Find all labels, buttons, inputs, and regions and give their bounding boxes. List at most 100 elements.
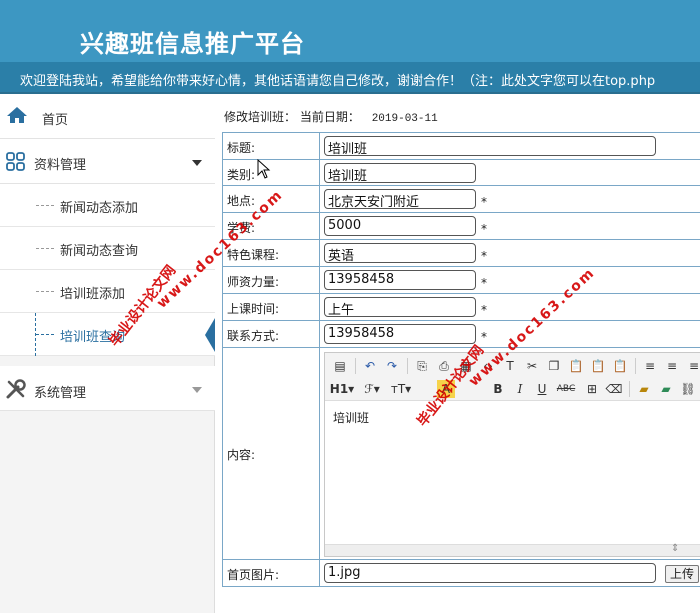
toolbar-separator: [355, 358, 356, 374]
underline-icon[interactable]: U: [533, 380, 551, 398]
nav-home[interactable]: 首页: [0, 94, 215, 139]
contact-input[interactable]: 13958458: [324, 324, 476, 344]
tree-dash: [36, 291, 54, 292]
editor-content[interactable]: 培训班: [333, 409, 369, 426]
nav-group-data-management[interactable]: 资料管理: [0, 139, 215, 184]
bold-icon[interactable]: B: [489, 380, 507, 398]
main-content: 修改培训班： 当前日期： 2019-03-11 标题: 培训班 类别: 培训班 …: [216, 94, 700, 613]
strikethrough-icon[interactable]: ABC: [555, 380, 577, 398]
image-input[interactable]: 1.jpg: [324, 563, 656, 583]
course-input[interactable]: 英语: [324, 243, 476, 263]
chevron-down-icon: [192, 160, 202, 166]
category-input[interactable]: 培训班: [324, 163, 476, 183]
submenu-item-label: 培训班添加: [60, 287, 126, 302]
submenu-item-label: 培训班查询: [60, 330, 126, 345]
toolbar-separator: [629, 381, 630, 397]
resize-handle-icon: ⇕: [671, 543, 680, 554]
image-icon[interactable]: ▰: [635, 380, 653, 398]
submenu-item-label: 新闻动态查询: [60, 244, 139, 259]
required-mark: *: [481, 249, 487, 263]
active-arrow-icon: [205, 318, 215, 352]
grid-icon: [6, 152, 26, 175]
align-right-icon[interactable]: ≡: [685, 357, 700, 375]
wrench-icon: [5, 378, 27, 403]
table-icon[interactable]: ⊞: [583, 380, 601, 398]
form-row-contact: 联系方式: 13958458 *: [223, 321, 700, 348]
field-label: 上课时间:: [227, 302, 280, 316]
required-mark: *: [481, 330, 487, 344]
form-row-image: 首页图片: 1.jpg 上传: [223, 560, 700, 586]
field-label: 地点:: [227, 194, 256, 208]
cut-icon[interactable]: ✂: [523, 357, 541, 375]
required-mark: *: [481, 276, 487, 290]
form-row-time: 上课时间: 上午 *: [223, 294, 700, 321]
nav-home-label: 首页: [42, 113, 69, 128]
form-row-title: 标题: 培训班: [223, 133, 700, 160]
nav-group-system-management-label: 系统管理: [34, 386, 87, 401]
align-center-icon[interactable]: ≡: [663, 357, 681, 375]
form-row-teachers: 师资力量: 13958458 *: [223, 267, 700, 294]
upload-button[interactable]: 上传: [665, 565, 700, 583]
font-family-icon[interactable]: ℱ▾: [361, 380, 383, 398]
field-label: 首页图片:: [227, 568, 280, 582]
copy-icon[interactable]: ❐: [545, 357, 563, 375]
source-icon[interactable]: ▤: [331, 357, 349, 375]
field-label: 标题:: [227, 141, 256, 155]
paste-text-icon[interactable]: 📋: [589, 357, 607, 375]
paste-word-icon[interactable]: 📋: [611, 357, 629, 375]
time-input[interactable]: 上午: [324, 297, 476, 317]
print-icon[interactable]: ⎙: [435, 357, 453, 375]
undo-icon[interactable]: ↶: [361, 357, 379, 375]
paste-icon[interactable]: 📋: [567, 357, 585, 375]
tree-dash: [36, 205, 54, 206]
site-title: 兴趣班信息推广平台: [80, 29, 305, 58]
form-row-location: 地点: 北京天安门附近 *: [223, 186, 700, 213]
announcement-bar: 欢迎登陆我站，希望能给你带来好心情，其他话语请您自己修改，谢谢合作！（注：此处文…: [0, 62, 700, 94]
breadcrumb-title: 修改培训班：: [224, 110, 297, 124]
form-row-tuition: 学费: 5000 *: [223, 213, 700, 240]
date-label: 当前日期：: [299, 110, 360, 124]
toolbar-separator: [407, 358, 408, 374]
form-row-course: 特色课程: 英语 *: [223, 240, 700, 267]
code-icon[interactable]: ‹›: [479, 357, 497, 375]
teachers-input[interactable]: 13958458: [324, 270, 476, 290]
redo-icon[interactable]: ↷: [383, 357, 401, 375]
italic-icon[interactable]: I: [511, 380, 529, 398]
submenu-item-news-add[interactable]: 新闻动态添加: [0, 184, 215, 227]
media-icon[interactable]: ▰: [657, 380, 675, 398]
font-size-icon[interactable]: тT▾: [389, 380, 413, 398]
location-input[interactable]: 北京天安门附近: [324, 189, 476, 209]
mouse-cursor-icon: [257, 158, 271, 182]
required-mark: *: [481, 195, 487, 209]
chevron-down-icon: [192, 387, 202, 393]
required-mark: *: [481, 303, 487, 317]
submenu-data-management: 新闻动态添加 新闻动态查询 培训班添加 培训班查询: [0, 184, 215, 356]
sidebar: 首页 资料管理 新闻动态添加 新闻动态查询 培训班添加 培训班查询 系统管理: [0, 94, 215, 613]
align-left-icon[interactable]: ≡: [641, 357, 659, 375]
rich-text-editor: ▤ ↶ ↷ ⎘ ⎙ ▦ ‹› T ✂ ❐ 📋 📋 📋 ≡ ≡ ≡ H1▾ ℱ▾ …: [324, 352, 700, 557]
text-icon[interactable]: T: [501, 357, 519, 375]
title-input[interactable]: 培训班: [324, 136, 656, 156]
submenu-item-news-query[interactable]: 新闻动态查询: [0, 227, 215, 270]
edit-form: 标题: 培训班 类别: 培训班 地点: 北京天安门附近 * 学费: 5000 *…: [222, 132, 700, 587]
field-label: 学费:: [227, 221, 256, 235]
tuition-input[interactable]: 5000: [324, 216, 476, 236]
form-row-category: 类别: 培训班: [223, 158, 700, 186]
submenu-item-class-query[interactable]: 培训班查询: [0, 313, 215, 356]
site-header: 兴趣班信息推广平台: [0, 0, 700, 62]
highlight-color-icon[interactable]: A: [437, 380, 455, 398]
preview-icon[interactable]: ⎘: [413, 357, 431, 375]
editor-resize-bar[interactable]: ⇕: [325, 543, 700, 556]
eraser-icon[interactable]: ⌫: [605, 380, 623, 398]
field-label: 联系方式:: [227, 329, 280, 343]
form-row-content: 内容: ▤ ↶ ↷ ⎘ ⎙ ▦ ‹› T ✂ ❐ 📋 📋 �: [223, 348, 700, 560]
nav-group-system-management[interactable]: 系统管理: [0, 366, 215, 411]
tree-dash: [36, 334, 54, 335]
field-label: 特色课程:: [227, 248, 280, 262]
nav-group-data-management-label: 资料管理: [34, 158, 87, 173]
field-label: 类别:: [227, 168, 256, 182]
template-icon[interactable]: ▦: [457, 357, 475, 375]
link-icon[interactable]: ⛓: [679, 380, 697, 398]
submenu-item-class-add[interactable]: 培训班添加: [0, 270, 215, 313]
heading-dropdown-icon[interactable]: H1▾: [329, 380, 355, 398]
